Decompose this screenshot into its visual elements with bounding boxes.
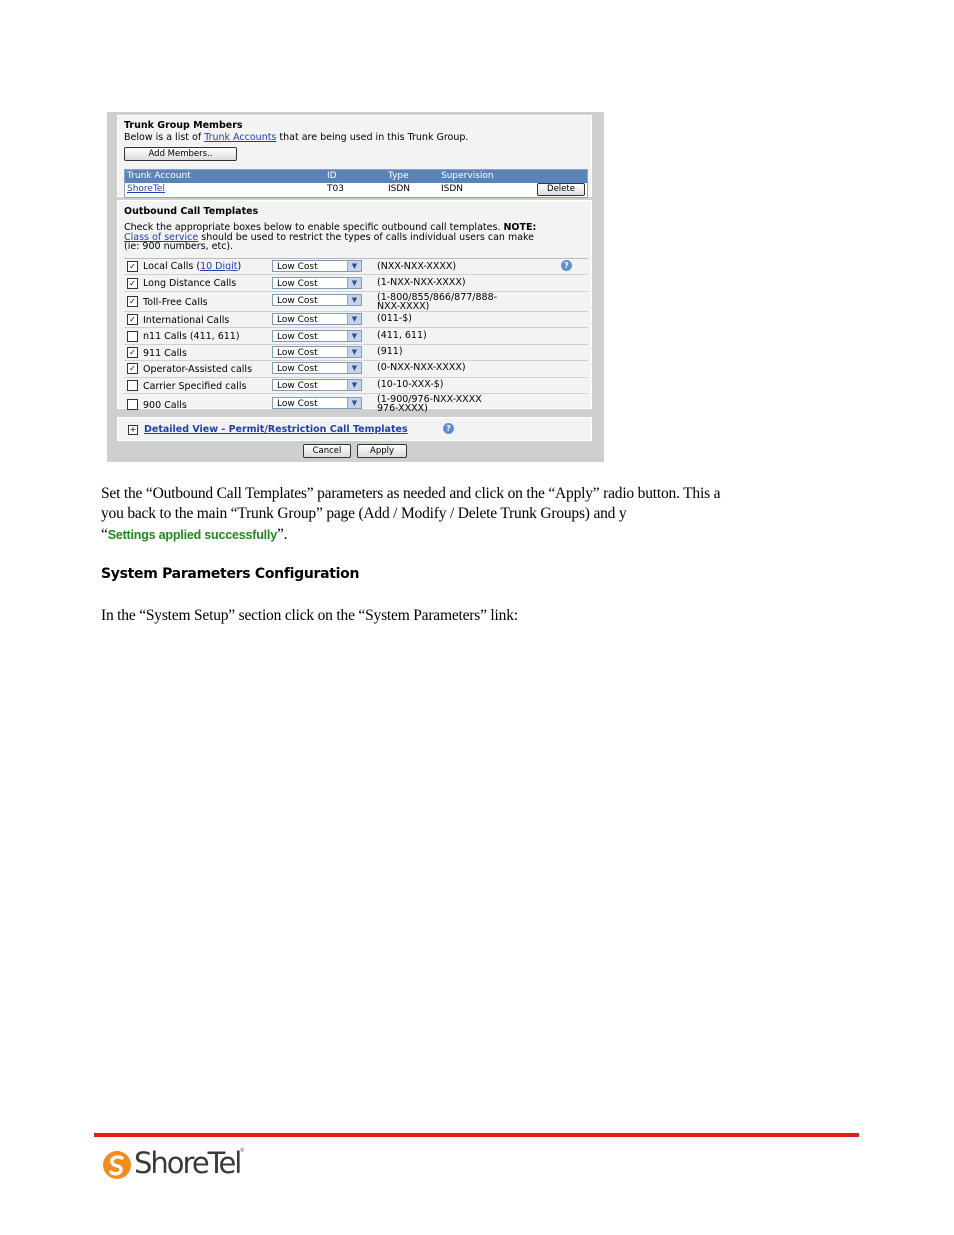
col-type: Type — [388, 171, 409, 181]
table-row: ShoreTel T03 ISDN ISDN Delete — [125, 183, 587, 197]
template-checkbox[interactable] — [127, 380, 138, 391]
dial-pattern: (0-NXX-NXX-XXXX) — [377, 362, 466, 373]
members-title: Trunk Group Members — [124, 120, 243, 131]
chevron-down-icon: ▼ — [347, 380, 361, 390]
footer-divider — [94, 1133, 859, 1137]
chevron-down-icon: ▼ — [347, 331, 361, 341]
list-item: Carrier Specified calls Low Cost ▼ (10-10… — [124, 378, 588, 394]
help-icon[interactable]: ? — [443, 423, 454, 434]
chevron-down-icon: ▼ — [347, 314, 361, 324]
trunk-accounts-link[interactable]: Trunk Accounts — [204, 132, 276, 143]
success-message: Settings applied successfully — [107, 528, 277, 542]
trunk-id: T03 — [327, 184, 344, 194]
template-label: International Calls — [143, 315, 230, 326]
list-item: n11 Calls (411, 611) Low Cost ▼ (411, 611… — [124, 328, 588, 345]
ten-digit-link[interactable]: 10 Digit — [200, 261, 237, 272]
template-label: n11 Calls (411, 611) — [143, 331, 240, 342]
templates-description: Check the appropriate boxes below to ena… — [124, 222, 537, 252]
template-label: 911 Calls — [143, 348, 187, 359]
instruction-line-2: you back to the main “Trunk Group” page … — [101, 505, 627, 522]
chevron-down-icon: ▼ — [347, 398, 361, 408]
cost-select[interactable]: Low Cost ▼ — [272, 294, 362, 306]
cost-select[interactable]: Low Cost ▼ — [272, 330, 362, 342]
col-id: ID — [327, 171, 337, 181]
list-item: ✓ Long Distance Calls Low Cost ▼ (1-NXX-N… — [124, 275, 588, 292]
section-heading: System Parameters Configuration — [101, 566, 360, 582]
shoretel-logo-icon — [103, 1151, 131, 1179]
cost-select[interactable]: Low Cost ▼ — [272, 379, 362, 391]
dial-pattern: (411, 611) — [377, 330, 427, 341]
template-label: Carrier Specified calls — [143, 381, 247, 392]
members-description: Below is a list of Trunk Accounts that a… — [124, 132, 469, 143]
chevron-down-icon: ▼ — [347, 278, 361, 288]
trunk-type: ISDN — [388, 184, 411, 194]
list-item: 900 Calls Low Cost ▼ (1-900/976-NXX-XXXX … — [124, 394, 588, 415]
dial-pattern: (1-800/855/866/877/888- NXX-XXXX) — [377, 292, 498, 312]
add-members-button[interactable]: Add Members.. — [124, 147, 237, 161]
trunk-group-members-panel: Trunk Group Members Below is a list of T… — [117, 115, 592, 198]
list-item: ✓ Local Calls (10 Digit) Low Cost ▼ (NXX-… — [124, 259, 588, 275]
detailed-view-panel: + Detailed View - Permit/Restriction Cal… — [117, 417, 592, 441]
template-label: Long Distance Calls — [143, 278, 237, 289]
template-checkbox[interactable]: ✓ — [127, 296, 138, 307]
template-checkbox[interactable]: ✓ — [127, 314, 138, 325]
templates-title: Outbound Call Templates — [124, 206, 259, 217]
list-item: ✓ 911 Calls Low Cost ▼ (911) — [124, 345, 588, 361]
dial-pattern: (011-$) — [377, 313, 413, 324]
trunk-group-screenshot: Trunk Group Members Below is a list of T… — [107, 112, 604, 462]
instruction-paragraph-2: In the “System Setup” section click on t… — [101, 607, 518, 624]
cost-select[interactable]: Low Cost ▼ — [272, 362, 362, 374]
trunk-supervision: ISDN — [441, 184, 464, 194]
cost-select[interactable]: Low Cost ▼ — [272, 313, 362, 325]
dial-pattern: (1-NXX-NXX-XXXX) — [377, 277, 466, 288]
logo-text: ShoreTel — [134, 1146, 242, 1180]
template-checkbox[interactable]: ✓ — [127, 347, 138, 358]
template-label: 900 Calls — [143, 400, 187, 411]
expand-icon[interactable]: + — [128, 425, 138, 435]
template-checkbox[interactable] — [127, 399, 138, 410]
dial-pattern: (10-10-XXX-$) — [377, 379, 444, 390]
cost-select[interactable]: Low Cost ▼ — [272, 277, 362, 289]
members-table: Trunk Account ID Type Supervision ShoreT… — [124, 169, 588, 198]
chevron-down-icon: ▼ — [347, 347, 361, 357]
dial-pattern: (NXX-NXX-XXXX) — [377, 261, 457, 272]
cost-select[interactable]: Low Cost ▼ — [272, 397, 362, 409]
template-checkbox[interactable]: ✓ — [127, 261, 138, 272]
template-checkbox[interactable]: ✓ — [127, 278, 138, 289]
template-checkbox[interactable]: ✓ — [127, 363, 138, 374]
list-item: ✓ Operator-Assisted calls Low Cost ▼ (0-N… — [124, 361, 588, 378]
delete-button[interactable]: Delete — [537, 183, 585, 196]
outbound-call-templates-panel: Outbound Call Templates Check the approp… — [117, 200, 592, 415]
logo-registered-mark: ® — [240, 1148, 245, 1154]
dial-pattern: (911) — [377, 346, 403, 357]
col-trunk-account: Trunk Account — [127, 171, 191, 181]
help-icon[interactable]: ? — [561, 260, 572, 271]
list-item: ✓ International Calls Low Cost ▼ (011-$) — [124, 312, 588, 328]
dial-pattern: (1-900/976-NXX-XXXX 976-XXXX) — [377, 394, 482, 414]
instruction-line-1: Set the “Outbound Call Templates” parame… — [101, 485, 721, 502]
chevron-down-icon: ▼ — [347, 261, 361, 271]
chevron-down-icon: ▼ — [347, 295, 361, 305]
call-templates-list: ✓ Local Calls (10 Digit) Low Cost ▼ (NXX-… — [124, 258, 588, 415]
detailed-view-link[interactable]: Detailed View - Permit/Restriction Call … — [144, 424, 408, 435]
cancel-button[interactable]: Cancel — [303, 444, 351, 458]
chevron-down-icon: ▼ — [347, 363, 361, 373]
template-checkbox[interactable] — [127, 331, 138, 342]
col-supervision: Supervision — [441, 171, 494, 181]
cost-select[interactable]: Low Cost ▼ — [272, 346, 362, 358]
apply-button[interactable]: Apply — [357, 444, 407, 458]
instruction-line-3: “Settings applied successfully”. — [101, 526, 288, 543]
trunk-account-link[interactable]: ShoreTel — [127, 184, 165, 194]
members-table-header: Trunk Account ID Type Supervision — [125, 170, 587, 183]
template-label: Operator-Assisted calls — [143, 364, 253, 375]
template-label: Toll-Free Calls — [143, 297, 208, 308]
list-item: ✓ Toll-Free Calls Low Cost ▼ (1-800/855/8… — [124, 292, 588, 312]
cost-select[interactable]: Low Cost ▼ — [272, 260, 362, 272]
